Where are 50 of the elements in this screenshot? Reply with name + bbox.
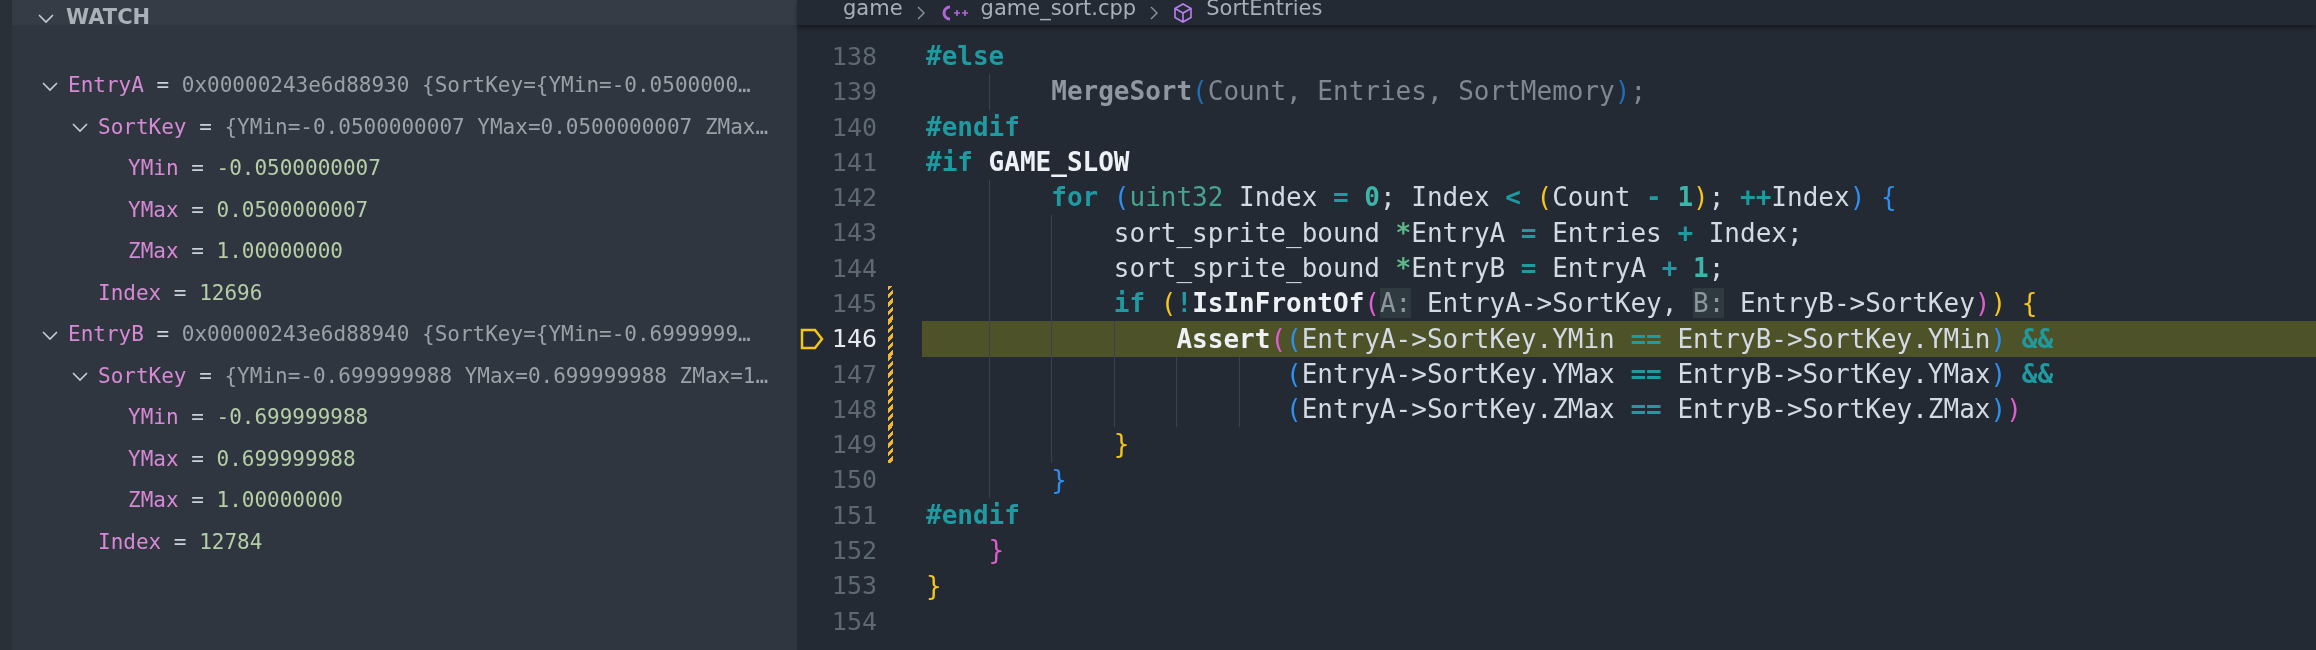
watch-header[interactable]: WATCH [12,0,797,25]
line-number: 143 [831,217,877,250]
line-number: 145 [831,288,877,320]
code-line: } [926,569,942,603]
watch-entry[interactable]: YMax = 0.0500000007 [128,194,369,226]
watch-entry[interactable]: Index = 12696 [98,277,263,309]
breadcrumb-item[interactable]: game [843,0,903,21]
watch-entry[interactable]: YMin = -0.699999988 [128,402,369,434]
code-line: for (uint32 Index = 0; Index < (Count - 1); ++Index) { [1050,181,1897,215]
line-number: 138 [831,40,877,73]
line-number: 153 [831,570,877,603]
line-number: 150 [831,464,877,497]
line-number: 142 [831,182,877,215]
watch-entry[interactable]: YMin = -0.0500000007 [128,153,381,185]
line-number: 151 [831,499,877,532]
watch-entry[interactable]: Index = 12784 [98,526,263,558]
code-line: } [987,534,1005,568]
watch-entry[interactable]: ZMax = 1.00000000 [128,485,343,517]
line-number: 148 [831,393,877,426]
watch-entry[interactable]: EntryB = 0x00000243e6d88940 {SortKey={YMin=-0.6999999… [68,319,751,351]
watch-entry[interactable]: YMax = 0.699999988 [128,443,356,475]
code-line: } [1112,428,1130,462]
code-line: sort_sprite_bound *EntryA = Entries + Index; [1112,216,1803,250]
watch-entry[interactable]: ZMax = 1.00000000 [128,236,343,268]
line-number: 144 [831,252,877,285]
code-line: (EntryA->SortKey.YMax == EntryB->SortKey.YMax) && [1285,357,2054,391]
watch-entry[interactable]: SortKey = {YMin=-0.0500000007 YMax=0.0500000007 ZMax… [98,111,769,143]
cube-icon [1172,1,1195,24]
code-line: #endif [926,110,1020,144]
code-line: #endif [926,499,1020,532]
watch-entry[interactable]: SortKey = {YMin=-0.699999988 YMax=0.699999988 ZMax=1… [98,360,769,392]
line-number: 149 [831,429,877,462]
code-line: #else [926,40,1005,74]
line-number: 146 [831,323,877,356]
line-number: 147 [831,358,877,391]
line-number: 140 [831,111,877,144]
line-number: 152 [831,535,877,568]
line-number: 141 [831,146,877,179]
watch-entry[interactable]: EntryA = 0x00000243e6d88930 {SortKey={YMin=-0.0500000… [68,70,751,102]
line-number: 139 [831,76,877,109]
code-line: } [1050,463,1067,497]
execution-pointer-icon [800,328,824,350]
code-line: (EntryA->SortKey.ZMax == EntryB->SortKey.ZMax)) [1285,393,2022,427]
code-line: Assert((EntryA->SortKey.YMin == EntryB->SortKey.YMin) && [1175,322,2054,356]
code-line: #if GAME_SLOW [926,146,1130,180]
line-number: 154 [831,605,877,638]
code-line: MergeSort(Count, Entries, SortMemory); [1050,75,1647,109]
code-line: sort_sprite_bound *EntryB = EntryA + 1; [1112,251,1725,285]
breadcrumb-item[interactable]: game_sort.cpp [980,0,1137,21]
code-line: if (!IsInFrontOf(A: EntryA->SortKey, B: EntryB->SortKey)) { [1112,287,2038,321]
